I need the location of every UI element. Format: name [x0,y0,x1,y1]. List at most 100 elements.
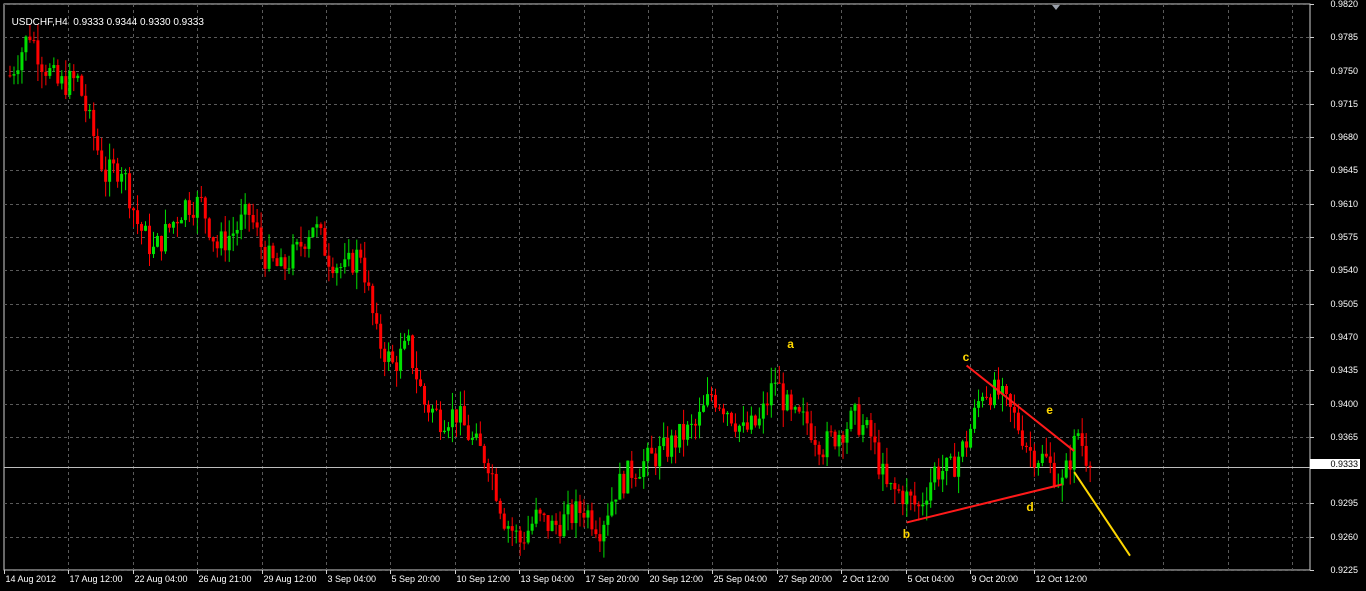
candle-bear [427,404,431,413]
y-tick-label: 0.9470 [1330,331,1358,342]
candle-bull [921,504,925,507]
candle-bear [542,513,546,516]
candle-bull [725,412,729,415]
candle-bull [1040,453,1044,463]
candle-bull [295,241,299,245]
candle-bull [403,340,407,349]
candle-bull [235,229,239,234]
candle-bull [662,437,666,447]
candle-bear [869,420,873,437]
candle-bear [622,473,626,494]
candle-bear [694,423,698,426]
candle-bull [195,196,199,218]
candle-bear [841,434,845,443]
candle-bull [430,408,434,413]
candle-bear [319,224,323,229]
y-tick-label: 0.9400 [1330,398,1358,409]
candle-bull [530,523,534,531]
candle-bear [582,512,586,518]
candle-bear [710,394,714,396]
candle-bear [247,204,251,215]
candle-bear [502,513,506,529]
candle-bear [1012,406,1016,413]
y-tick-label: 0.9715 [1330,98,1358,109]
y-tick-label: 0.9645 [1330,164,1358,175]
candle-bull [678,423,682,448]
candle-bear [965,441,969,448]
candle-bear [486,463,490,474]
candle-bear [351,252,355,273]
y-tick-label: 0.9540 [1330,264,1358,275]
candle-bull [343,259,347,268]
candle-bull [933,466,937,483]
candle-bear [96,136,100,151]
candle-bear [40,64,44,72]
candle-bull [550,520,554,531]
candle-bear [323,228,327,256]
candle-bear [797,407,801,412]
candle-bull [586,510,590,518]
x-tick-label: 17 Aug 12:00 [69,574,123,584]
candle-bear [434,408,438,410]
candle-bull [151,246,155,255]
candle-bear [80,75,84,96]
x-tick-label: 3 Sep 04:00 [327,574,377,584]
candle-bull [961,441,965,457]
candle-bear [132,208,136,211]
y-tick-label: 0.9225 [1330,564,1358,575]
candle-bull [773,382,777,384]
candle-bear [873,436,877,443]
candle-bear [299,241,303,247]
candle-bull [20,52,24,71]
candle-bull [602,524,606,542]
wave-label-b: b [902,526,911,541]
candle-bear [175,221,179,224]
candle-bull [925,500,929,505]
x-tick-label: 26 Aug 21:00 [198,574,252,584]
candle-bull [227,235,231,251]
wave-label-d: d [1026,500,1034,515]
y-tick-label: 0.9365 [1330,431,1358,442]
candle-bear [717,407,721,409]
candle-bull [163,224,167,252]
candle-bull [574,501,578,524]
candle-bull [957,456,961,477]
candle-bear [538,509,542,514]
candle-bear [191,214,195,218]
candle-bear [271,245,275,259]
candle-bear [893,483,897,490]
candle-bull [458,406,462,423]
candle-bear [913,495,917,505]
candle-bear [462,406,466,426]
candle-bull [474,433,478,438]
candle-bear [283,257,287,269]
candle-bull [48,68,52,76]
candle-bear [1084,445,1088,466]
candle-bear [478,433,482,446]
candle-bull [566,504,570,515]
candle-bear [1044,453,1048,457]
candle-bull [311,227,315,238]
candle-bear [207,218,211,238]
candle-bear [813,440,817,445]
candle-bear [275,258,279,266]
y-tick-label: 0.9295 [1330,497,1358,508]
candle-bull [793,407,797,410]
candle-bull [120,173,124,182]
candle-bear [454,409,458,423]
candle-bull [658,446,662,467]
candle-bull [16,70,20,75]
candle-bear [415,368,419,380]
candle-bear [857,404,861,435]
candle-bear [167,224,171,228]
candle-bull [24,36,28,53]
candle-bull [335,267,339,274]
candle-bear [558,524,562,537]
candle-bull [442,430,446,433]
y-tick-label: 0.9610 [1330,198,1358,209]
candle-bear [367,282,371,286]
candle-bull [387,351,391,362]
candle-bear [777,382,781,384]
candle-bull [68,71,72,95]
candle-bull [339,267,343,269]
